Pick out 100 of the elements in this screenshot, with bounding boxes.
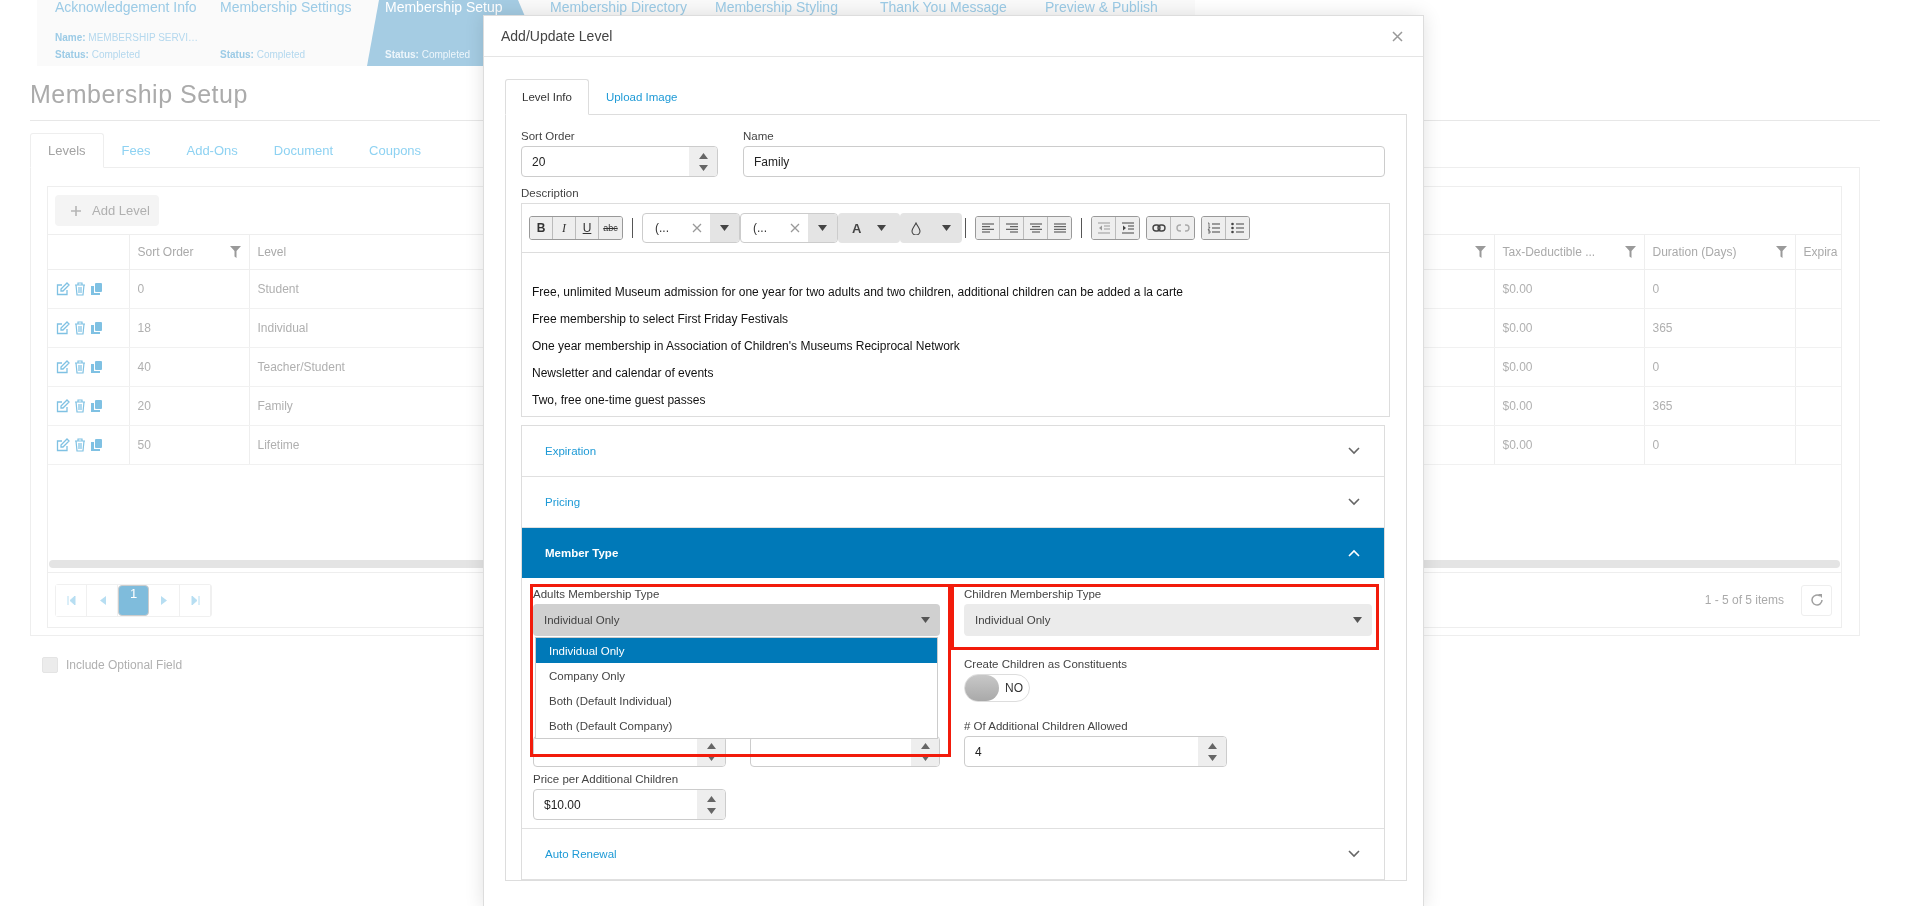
align-button[interactable] xyxy=(1024,217,1048,239)
numbered-list-icon xyxy=(1207,222,1220,234)
column-header[interactable]: Duration (Days) xyxy=(1652,245,1737,259)
table-cell: 18 xyxy=(137,321,151,335)
filter-icon[interactable] xyxy=(229,246,241,258)
spinner-arrows-icon[interactable] xyxy=(706,794,716,815)
add-level-button[interactable]: Add Level xyxy=(55,195,159,226)
trash-icon[interactable] xyxy=(74,282,86,296)
table-cell: 0 xyxy=(137,282,145,296)
first-page-button[interactable] xyxy=(56,584,87,616)
numbered-list-button[interactable] xyxy=(1202,217,1226,239)
column-header[interactable]: Level xyxy=(257,245,287,259)
align-icon[interactable] xyxy=(1053,223,1066,233)
align-button[interactable] xyxy=(1048,217,1071,239)
caret-icon[interactable] xyxy=(818,225,827,231)
link-icon xyxy=(1151,224,1166,232)
indent-button[interactable] xyxy=(1116,217,1139,239)
clear-icon[interactable] xyxy=(692,223,702,233)
format-button[interactable]: abc xyxy=(599,217,622,239)
unlink-icon xyxy=(1175,223,1190,233)
align-icon[interactable] xyxy=(1029,223,1042,233)
wizard-step[interactable]: Acknowledgement Info Name: MEMBERSHIP SERVI… Status: Completed xyxy=(37,0,202,66)
table-cell: 365 xyxy=(1652,399,1673,413)
table-cell: $0.00 xyxy=(1502,321,1533,335)
filter-icon[interactable] xyxy=(1474,246,1486,258)
edit-icon[interactable] xyxy=(56,360,70,374)
tab[interactable]: Add-Ons xyxy=(168,133,256,168)
edit-icon[interactable] xyxy=(56,321,70,335)
name-field[interactable]: Family xyxy=(743,146,1385,177)
accordion-header[interactable]: Expiration xyxy=(522,426,1384,477)
accordion-header[interactable]: Auto Renewal xyxy=(522,829,1384,880)
font-name-dropdown[interactable]: (... xyxy=(642,213,740,243)
toggle-switch[interactable]: NO xyxy=(964,674,1030,702)
align-icon[interactable] xyxy=(1005,223,1018,233)
dropdown-option[interactable]: Both (Default Company) xyxy=(536,713,937,738)
copy-icon[interactable] xyxy=(90,399,103,413)
align-button[interactable] xyxy=(976,217,1000,239)
table-cell: Family xyxy=(257,399,293,413)
clear-icon[interactable] xyxy=(790,223,800,233)
filter-icon[interactable] xyxy=(1775,246,1787,258)
wizard-step[interactable]: Membership Settings Status: Completed xyxy=(202,0,367,66)
edit-icon[interactable] xyxy=(56,399,70,413)
caret-icon[interactable] xyxy=(720,225,729,231)
trash-icon[interactable] xyxy=(74,438,86,452)
page-title: Membership Setup xyxy=(30,80,248,109)
edit-icon[interactable] xyxy=(56,282,70,296)
font-size-dropdown[interactable]: (... xyxy=(740,213,838,243)
column-header[interactable]: Tax-Deductible ... xyxy=(1502,245,1596,259)
accordion-header[interactable]: Member Type xyxy=(522,528,1384,578)
adults-type-select[interactable]: Individual Only xyxy=(533,604,940,636)
table-cell: $0.00 xyxy=(1502,282,1533,296)
trash-icon[interactable] xyxy=(74,321,86,335)
text-color-button[interactable]: A xyxy=(838,213,900,243)
table-cell: 50 xyxy=(137,438,151,452)
page-button[interactable]: 1 xyxy=(118,584,149,616)
copy-icon[interactable] xyxy=(90,360,103,374)
format-button[interactable]: U xyxy=(576,217,599,239)
bullet-list-button[interactable] xyxy=(1226,217,1249,239)
tab[interactable]: Coupons xyxy=(351,133,440,168)
tab[interactable]: Fees xyxy=(103,133,169,168)
tab[interactable]: Level Info xyxy=(505,79,589,115)
spinner-arrows-icon[interactable] xyxy=(698,151,708,172)
number-field[interactable]: 4 xyxy=(964,736,1227,767)
align-button[interactable] xyxy=(1000,217,1024,239)
copy-icon[interactable] xyxy=(90,282,103,296)
table-cell: 0 xyxy=(1652,360,1660,374)
tab[interactable]: Upload Image xyxy=(588,79,695,115)
align-icon[interactable] xyxy=(981,223,994,233)
dropdown-option[interactable]: Individual Only xyxy=(536,638,937,663)
step-status: Status: Completed xyxy=(220,48,307,62)
column-header[interactable]: Sort Order xyxy=(137,245,194,259)
dropdown-option[interactable]: Both (Default Individual) xyxy=(536,688,937,713)
spinner-arrows-icon[interactable] xyxy=(706,741,716,762)
children-type-select[interactable]: Individual Only xyxy=(964,604,1372,636)
field-label: Price per Additional Children xyxy=(533,773,679,785)
column-header[interactable]: Expira xyxy=(1803,245,1838,259)
spinner-arrows-icon[interactable] xyxy=(1207,741,1217,762)
link-button[interactable] xyxy=(1147,217,1171,239)
previous-icon xyxy=(98,595,106,605)
tab[interactable]: Document xyxy=(255,133,352,168)
trash-icon[interactable] xyxy=(74,399,86,413)
refresh-button[interactable] xyxy=(1801,584,1832,616)
edit-icon[interactable] xyxy=(56,438,70,452)
format-button[interactable]: I xyxy=(553,217,576,239)
dropdown-option[interactable]: Company Only xyxy=(536,663,937,688)
trash-icon[interactable] xyxy=(74,360,86,374)
format-button[interactable]: B xyxy=(530,217,553,239)
close-icon[interactable] xyxy=(1392,30,1403,42)
tab[interactable]: Levels xyxy=(30,133,104,168)
checkbox[interactable] xyxy=(42,657,58,673)
copy-icon[interactable] xyxy=(90,321,103,335)
outdent-button[interactable] xyxy=(1092,217,1116,239)
filter-icon[interactable] xyxy=(1624,246,1636,258)
table-cell: 20 xyxy=(137,399,151,413)
checkbox-label[interactable]: Include Optional Field xyxy=(66,658,183,672)
number-field[interactable]: 20 xyxy=(521,146,718,177)
number-field[interactable]: $10.00 xyxy=(533,789,726,820)
copy-icon[interactable] xyxy=(90,438,103,452)
spinner-arrows-icon[interactable] xyxy=(920,741,930,762)
step-status: Status: Completed xyxy=(55,48,142,62)
